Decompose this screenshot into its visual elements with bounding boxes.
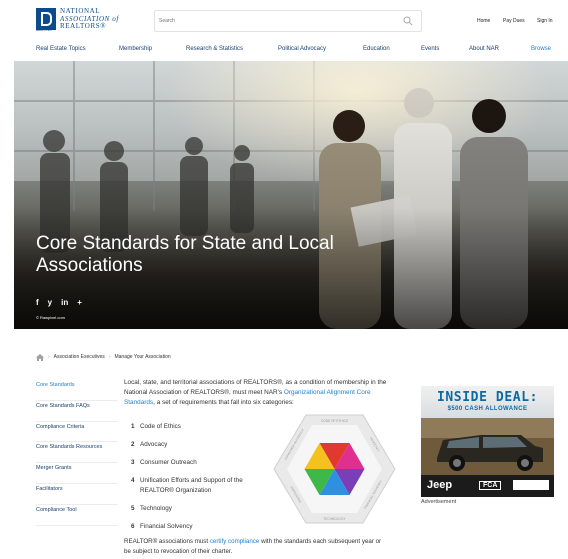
hero-photo [14, 61, 568, 329]
list-label: Consumer Outreach [140, 459, 197, 466]
ad-header: INSIDE DEAL: $500 CASH ALLOWANCE [421, 386, 554, 418]
core-standards-hexagon-graphic: CODE OF ETHICS TECHNOLOGY ADVOCACY FINAN… [273, 414, 396, 524]
list-item: 2 Advocacy [131, 440, 167, 449]
logo-sub-label: REALTOR® [36, 28, 53, 32]
facebook-icon[interactable]: f [36, 298, 39, 307]
home-link[interactable]: Home [477, 18, 490, 24]
advertisement-banner[interactable]: INSIDE DEAL: $500 CASH ALLOWANCE Jeep FC… [421, 386, 554, 497]
sidebar-item-core-standards-resources[interactable]: Core Standards Resources [36, 442, 118, 464]
wheel-label: CODE OF ETHICS [321, 419, 348, 423]
list-item: REALTOR® Organization [131, 486, 211, 495]
jeep-car-image [421, 418, 554, 475]
linkedin-icon[interactable]: in [61, 298, 68, 307]
pay-dues-link[interactable]: Pay Dues [503, 18, 525, 24]
list-item: 3 Consumer Outreach [131, 458, 197, 467]
advertisement-label: Advertisement [421, 499, 457, 505]
social-share-bar: f y in + [36, 298, 82, 307]
breadcrumb-association-executives[interactable]: Association Executives [54, 354, 105, 360]
nav-browse[interactable]: Browse [531, 46, 551, 52]
nav-events[interactable]: Events [421, 46, 439, 52]
ad-subtitle: $500 CASH ALLOWANCE [447, 406, 528, 412]
list-number: 2 [131, 441, 135, 448]
more-share-icon[interactable]: + [77, 298, 82, 307]
hero-banner: Core Standards for State and Local Assoc… [14, 61, 568, 329]
intro-paragraph: Local, state, and territorial associatio… [124, 378, 400, 408]
realtor-r-icon [36, 8, 56, 30]
nav-education[interactable]: Education [363, 46, 390, 52]
nav-research-statistics[interactable]: Research & Statistics [186, 46, 243, 52]
certify-compliance-link[interactable]: certify compliance [210, 538, 260, 545]
fca-logo: FCA [479, 481, 502, 490]
list-item: 6 Financial Solvency [131, 522, 193, 531]
nav-political-advocacy[interactable]: Political Advocacy [278, 46, 326, 52]
nav-real-estate-topics[interactable]: Real Estate Topics [36, 46, 86, 52]
nav-membership[interactable]: Membership [119, 46, 152, 52]
logo-wordmark: NATIONAL ASSOCIATION of REALTORS® [60, 7, 119, 31]
list-item: 4 Unification Efforts and Support of the [131, 476, 243, 485]
list-number: 3 [131, 459, 135, 466]
list-label: REALTOR® Organization [140, 487, 212, 494]
breadcrumb-separator: › [48, 354, 50, 360]
list-number: 4 [131, 477, 135, 484]
search-icon[interactable] [403, 16, 413, 26]
sidebar-item-merger-grants[interactable]: Merger Grants [36, 463, 118, 484]
sidebar-item-core-standards[interactable]: Core Standards [36, 380, 118, 401]
twitter-icon[interactable]: y [48, 298, 52, 307]
sidebar-item-compliance-criteria[interactable]: Compliance Criteria [36, 422, 118, 443]
search-input[interactable] [159, 11, 399, 31]
section-sidebar: Core Standards Core Standards FAQs Compl… [36, 380, 118, 526]
breadcrumb-separator: › [108, 354, 111, 360]
list-number: 5 [131, 505, 135, 512]
logo-line-3: REALTORS® [60, 22, 107, 30]
list-label: Financial Solvency [140, 523, 193, 530]
intro-text-end: , a set of requirements that fall into s… [153, 399, 294, 406]
home-icon[interactable] [36, 353, 44, 361]
list-number: 6 [131, 523, 135, 530]
site-header: NATIONAL ASSOCIATION of REALTORS® REALTO… [0, 0, 568, 42]
sidebar-item-core-standards-faqs[interactable]: Core Standards FAQs [36, 401, 118, 422]
sidebar-item-facilitators[interactable]: Facilitators [36, 484, 118, 505]
wheel-label: TECHNOLOGY [323, 517, 346, 521]
main-nav: Real Estate Topics Membership Research &… [0, 44, 568, 58]
list-number: 1 [131, 423, 135, 430]
list-label: Code of Ethics [140, 423, 181, 430]
compliance-paragraph: REALTOR® associations must certify compl… [124, 537, 384, 557]
breadcrumb: › Association Executives › Manage Your A… [36, 352, 171, 362]
nav-about-nar[interactable]: About NAR [469, 46, 499, 52]
dealer-logo-icon [513, 480, 549, 490]
search-box[interactable] [154, 10, 422, 32]
list-item: 5 Technology [131, 504, 172, 513]
jeep-logo: Jeep [427, 479, 453, 491]
photo-credit: © Rawpixel.com [36, 315, 65, 320]
breadcrumb-manage-association[interactable]: Manage Your Association [114, 354, 170, 360]
list-label: Technology [140, 505, 172, 512]
compliance-text: REALTOR® associations must [124, 538, 210, 545]
ad-footer: Jeep FCA [421, 475, 554, 497]
sidebar-item-compliance-tool[interactable]: Compliance Tool [36, 505, 118, 526]
list-label: Unification Efforts and Support of the [140, 477, 243, 484]
list-label: Advocacy [140, 441, 168, 448]
list-item: 1 Code of Ethics [131, 422, 181, 431]
ad-title: INSIDE DEAL: [436, 390, 539, 405]
nar-logo[interactable]: NATIONAL ASSOCIATION of REALTORS® [36, 7, 146, 38]
sign-in-link[interactable]: Sign In [537, 18, 553, 24]
page-title: Core Standards for State and Local Assoc… [36, 233, 334, 276]
